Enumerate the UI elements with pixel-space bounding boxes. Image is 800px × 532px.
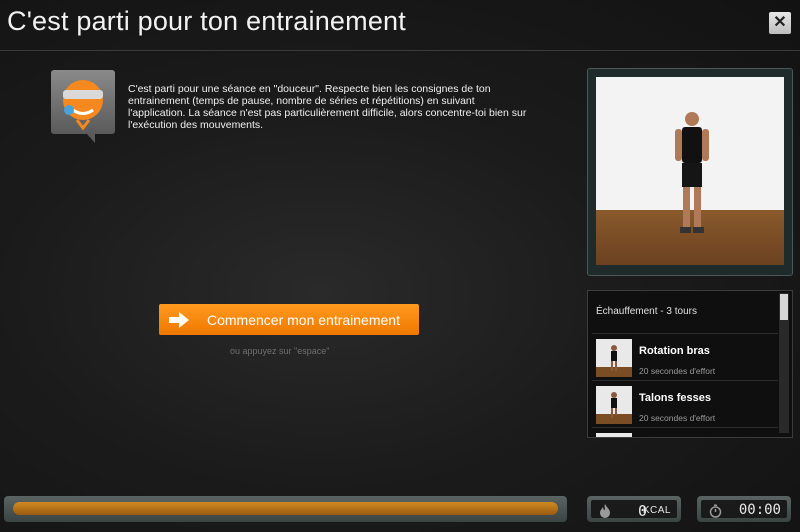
- coach-avatar: [51, 70, 115, 143]
- start-training-button[interactable]: Commencer mon entrainement: [159, 304, 419, 335]
- exercise-name: Rotation bras: [639, 345, 710, 357]
- list-item[interactable]: Talons fesses 20 secondes d'effort: [592, 382, 778, 427]
- flame-icon: [600, 504, 610, 518]
- progress-fill: [13, 502, 558, 515]
- training-progress-bar: [4, 496, 567, 522]
- exercise-detail: 20 secondes d'effort: [639, 366, 716, 376]
- list-divider: [592, 427, 778, 428]
- list-divider: [592, 333, 778, 334]
- exercise-list-scrollbar[interactable]: [779, 293, 789, 433]
- kcal-counter: 0 KCAL: [587, 496, 681, 522]
- exercise-thumbnail: [596, 386, 632, 424]
- exercise-name: Talons fesses: [639, 392, 711, 404]
- close-icon: ✕: [773, 14, 787, 31]
- exercise-thumbnail: [596, 339, 632, 377]
- header-divider: [0, 50, 800, 51]
- spacebar-hint: ou appuyez sur "espace": [230, 346, 330, 356]
- start-training-label: Commencer mon entrainement: [207, 311, 400, 328]
- exercise-list-header: Échauffement - 3 tours: [596, 306, 697, 317]
- stopwatch-icon: [709, 504, 722, 518]
- coach-message: C'est parti pour une séance en "douceur"…: [128, 83, 527, 131]
- list-item[interactable]: [592, 429, 778, 437]
- scrollbar-thumb[interactable]: [780, 294, 788, 320]
- exercise-list: Échauffement - 3 tours Rotation bras 20 …: [587, 290, 793, 438]
- close-button[interactable]: ✕: [769, 12, 791, 34]
- arrow-right-icon: [159, 311, 199, 328]
- progress-track: [13, 502, 558, 515]
- coach-icon: [63, 80, 103, 131]
- exercise-detail: 20 secondes d'effort: [639, 413, 716, 423]
- list-divider: [592, 380, 778, 381]
- exercise-video[interactable]: [596, 77, 784, 265]
- timer-value: 00:00: [738, 502, 781, 518]
- timer: 00:00: [697, 496, 791, 522]
- kcal-unit: KCAL: [642, 505, 671, 516]
- page-title: C'est parti pour ton entrainement: [7, 6, 406, 36]
- exercise-video-frame: [587, 68, 793, 276]
- list-item[interactable]: Rotation bras 20 secondes d'effort: [592, 335, 778, 380]
- exercise-thumbnail: [596, 433, 632, 437]
- athlete-figure: [675, 112, 709, 233]
